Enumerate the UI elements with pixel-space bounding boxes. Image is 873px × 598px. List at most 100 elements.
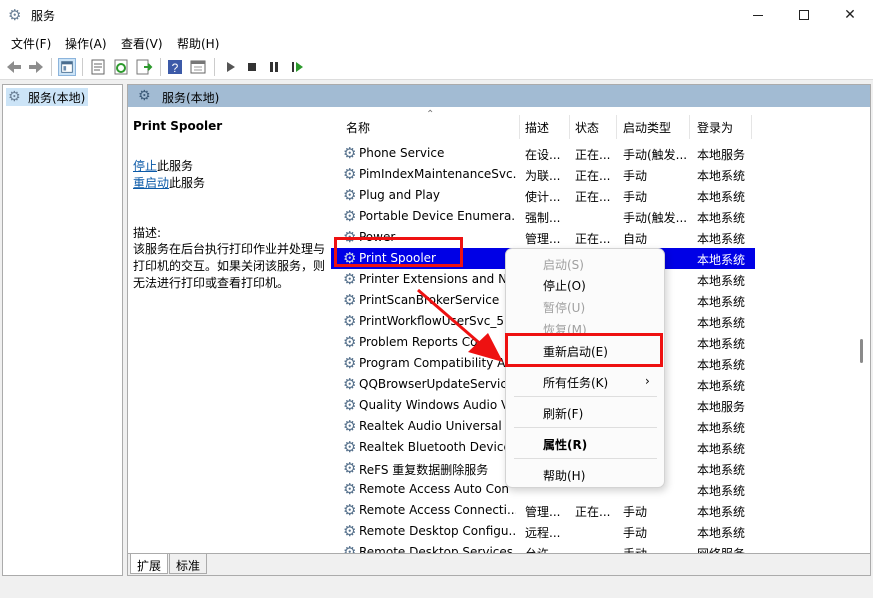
chevron-right-icon: ›	[645, 374, 650, 388]
row-name: Plug and Play	[359, 188, 441, 202]
minimize-icon	[753, 15, 763, 16]
menu-help[interactable]: 帮助(H)	[177, 35, 219, 52]
gear-icon: ⚙	[343, 291, 357, 309]
row-name: Quality Windows Audio V	[359, 398, 510, 412]
tab-standard[interactable]: 标准	[169, 554, 208, 574]
context-menu-start[interactable]: 启动(S)	[507, 253, 664, 274]
pause-icon[interactable]	[265, 58, 283, 76]
column-divider	[751, 115, 752, 139]
gear-icon: ⚙	[343, 417, 357, 435]
play-icon[interactable]	[221, 58, 239, 76]
stop-service-link[interactable]: 停止	[133, 159, 157, 173]
row-log-on-as: 本地系统	[697, 169, 746, 183]
row-description: 远程...	[525, 526, 561, 540]
row-startup-type: 手动(触发...	[623, 148, 687, 162]
context-menu-separator	[514, 396, 657, 397]
menu-view[interactable]: 查看(V)	[121, 35, 163, 52]
row-log-on-as: 本地系统	[697, 505, 746, 519]
panel-header: ⚙ 服务(本地)	[128, 85, 870, 107]
row-startup-type: 手动	[623, 526, 648, 540]
table-row[interactable]: ⚙ Portable Device Enumera... 强制... 手动(触发...…	[331, 206, 755, 227]
row-log-on-as: 本地系统	[697, 232, 746, 246]
restart-icon[interactable]	[288, 58, 306, 76]
row-description: 为联...	[525, 169, 561, 183]
properties-sheet-icon[interactable]	[89, 58, 107, 76]
context-menu-stop[interactable]: 停止(O)	[507, 274, 664, 295]
highlight-box-restart	[505, 333, 663, 367]
row-name: PrintWorkflowUserSvc_5	[359, 314, 505, 328]
table-row[interactable]: ⚙ Remote Desktop Configu... 远程... 手动 本地系统	[331, 521, 755, 542]
tab-extended[interactable]: 扩展	[130, 554, 169, 574]
table-row[interactable]: ⚙ Remote Access Connecti... 管理... 正在... 手动 本地…	[331, 500, 755, 521]
help-icon[interactable]: ?	[166, 58, 184, 76]
search-gear-icon: ⚙	[138, 88, 151, 104]
row-log-on-as: 本地系统	[697, 526, 746, 540]
table-row[interactable]: ⚙Remote Desktop Services 允许... 手动 网络服务	[331, 542, 755, 553]
tree-item-services-local[interactable]: ⚙ 服务(本地)	[6, 88, 89, 106]
console-tree-icon[interactable]	[58, 58, 76, 76]
context-menu-all-tasks[interactable]: 所有任务(K) ›	[507, 371, 664, 392]
row-name: QQBrowserUpdateService	[359, 377, 515, 391]
close-button[interactable]: ✕	[827, 0, 873, 31]
status-bar	[0, 578, 873, 598]
restart-service-link[interactable]: 重启动	[133, 176, 169, 190]
context-menu-properties[interactable]: 属性(R)	[507, 433, 664, 454]
row-startup-type: 手动	[623, 545, 687, 553]
row-name: Portable Device Enumera...	[359, 209, 516, 223]
column-header-description[interactable]: 描述	[525, 107, 549, 137]
gear-icon: ⚙	[343, 354, 357, 372]
column-header-log-on-as[interactable]: 登录为	[697, 107, 733, 137]
row-name: PimIndexMaintenanceSvc...	[359, 167, 516, 181]
row-name: Printer Extensions and N	[359, 272, 508, 286]
table-row[interactable]: ⚙ PimIndexMaintenanceSvc... 为联... 正在... 手动 本地…	[331, 164, 755, 185]
back-arrow-icon[interactable]	[5, 58, 23, 76]
table-row[interactable]: ⚙ Plug and Play 使计... 正在... 手动 本地系统	[331, 185, 755, 206]
row-name: Problem Reports Co	[359, 335, 478, 349]
menu-bar: 文件(F) 操作(A) 查看(V) 帮助(H)	[0, 31, 873, 54]
row-description: 强制...	[525, 211, 561, 225]
column-header-startup-type[interactable]: 启动类型	[623, 107, 671, 137]
export-list-icon[interactable]	[135, 58, 153, 76]
row-startup-type: 手动	[623, 190, 648, 204]
context-menu-separator	[514, 427, 657, 428]
menu-action[interactable]: 操作(A)	[65, 35, 107, 52]
view-tabs: 扩展 标准	[128, 553, 870, 575]
sort-up-icon: ⌃	[426, 109, 435, 120]
context-menu-pause[interactable]: 暂停(U)	[507, 296, 664, 317]
toolbar: ?	[0, 54, 873, 80]
maximize-button[interactable]	[781, 0, 827, 31]
services-panel: ⚙ 服务(本地) Print Spooler 停止此服务 重启动此服务 描述: …	[127, 84, 871, 576]
row-log-on-as: 本地系统	[697, 484, 746, 498]
gear-icon: ⚙	[343, 375, 357, 393]
refresh-icon[interactable]	[112, 58, 130, 76]
forward-arrow-icon[interactable]	[27, 58, 45, 76]
column-header-name[interactable]: 名称	[346, 107, 370, 137]
row-name: Remote Desktop Configu...	[359, 524, 516, 538]
list-scrollbar[interactable]	[853, 107, 870, 553]
row-log-on-as: 本地系统	[697, 442, 746, 456]
context-menu-separator	[514, 458, 657, 459]
gear-icon: ⚙	[343, 333, 357, 351]
column-header-status[interactable]: 状态	[575, 107, 599, 137]
context-menu-help[interactable]: 帮助(H)	[507, 464, 664, 485]
row-log-on-as: 本地系统	[697, 358, 746, 372]
panel-title: 服务(本地)	[162, 91, 220, 105]
row-description: 管理...	[525, 232, 561, 246]
service-detail-title: Print Spooler	[133, 119, 223, 133]
row-log-on-as: 本地服务	[697, 148, 746, 162]
menu-file[interactable]: 文件(F)	[11, 35, 51, 52]
gear-icon: ⚙	[343, 207, 357, 225]
row-description: 允许...	[525, 545, 565, 553]
gear-icon: ⚙	[343, 480, 357, 498]
stop-icon[interactable]	[243, 58, 261, 76]
row-name: PrintScanBrokerService	[359, 293, 500, 307]
table-row[interactable]: ⚙ Phone Service 在设... 正在... 手动(触发... 本地服务	[331, 143, 755, 164]
title-bar: ⚙ 服务 ✕	[0, 0, 873, 31]
mmc-console-icon[interactable]	[189, 58, 207, 76]
minimize-button[interactable]	[735, 0, 781, 31]
scrollbar-thumb[interactable]	[860, 339, 863, 363]
context-menu-refresh[interactable]: 刷新(F)	[507, 402, 664, 423]
window-title: 服务	[31, 9, 56, 23]
row-name: Remote Desktop Services	[359, 545, 514, 553]
column-divider	[616, 115, 617, 139]
